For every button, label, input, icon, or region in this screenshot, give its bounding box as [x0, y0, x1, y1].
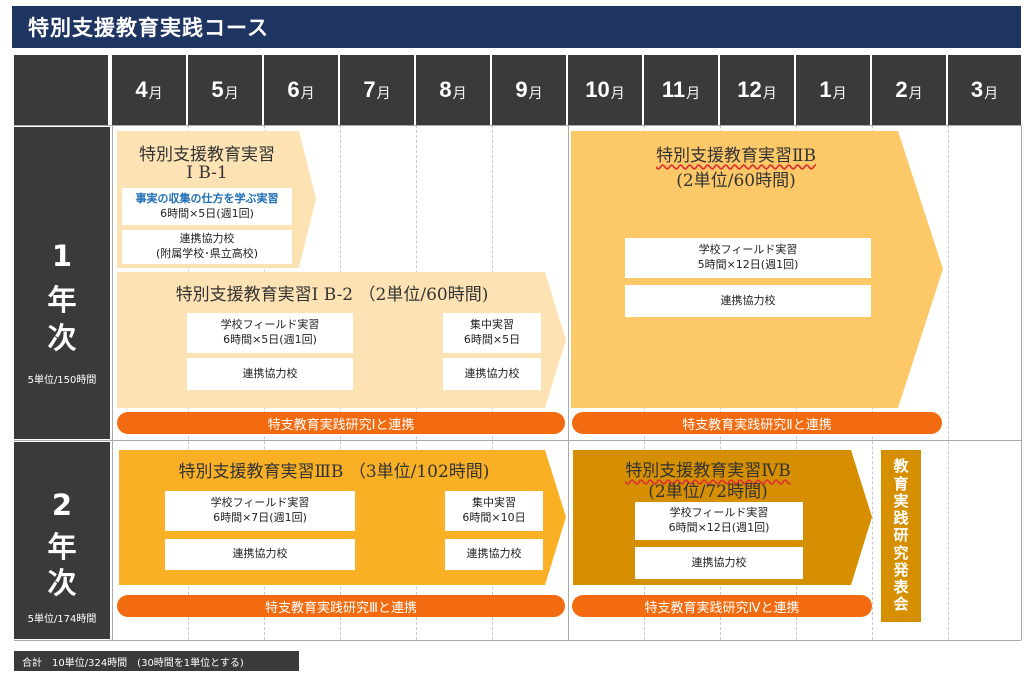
month-header: 3月 [948, 55, 1021, 125]
practicum-ib2-title: 特別支援教育実習Ⅰ B-2 （2単位/60時間) [175, 285, 489, 305]
partner-school-box: 連携協力校 [165, 539, 355, 570]
intensive-practicum-box: 集中実習 6時間×5日 [443, 313, 541, 353]
research-link-bar-4: 特支教育実践研究Ⅳと連携 [572, 595, 872, 617]
field-practicum-label: 学校フィールド実習 [220, 318, 320, 332]
practicum-iib-block: 特別支援教育実習ⅡB (2単位/60時間) 学校フィールド実習 5時間×12日(… [571, 131, 944, 408]
practicum-ib1-block: 特別支援教育実習 Ⅰ B-1 事実の収集の仕方を学ぶ実習 6時間×5日(週1回)… [117, 131, 317, 268]
practicum-ib1-title: 特別支援教育実習 [139, 145, 275, 165]
partner-school-label: 連携協力校 [466, 547, 522, 561]
grid-line [948, 125, 949, 640]
field-practicum-hours: 6時間×7日(週1回) [213, 511, 307, 524]
partner-school-label: 連携協力校 [720, 293, 776, 307]
field-practicum-label: 学校フィールド実習 [669, 506, 769, 520]
field-practicum-box: 学校フィールド実習 6時間×7日(週1回) [165, 491, 355, 531]
fact-collection-label: 事実の収集の仕方を学ぶ実習 [135, 191, 279, 205]
grid-line [14, 440, 1021, 441]
month-header: 8月 [416, 55, 492, 125]
partner-school-box: 連携協力校 [445, 539, 543, 570]
year2-units: 5単位/174時間 [27, 614, 97, 625]
month-header: 5月 [188, 55, 264, 125]
year2-label: 2 年 次 5単位/174時間 [14, 442, 110, 639]
year2-char: 次 [47, 566, 77, 600]
month-header: 12 月 [720, 55, 796, 125]
practicum-ivb-block: 特別支援教育実習ⅣB (2単位/72時間) 学校フィールド実習 6時間×12日(… [573, 450, 873, 585]
field-practicum-box: 学校フィールド実習 5時間×12日(週1回) [625, 238, 871, 278]
research-presentation-box: 教育実践研究発表会 [881, 450, 921, 622]
practicum-ib1-subtitle: Ⅰ B-1 [186, 163, 228, 183]
field-practicum-hours: 6時間×12日(週1回) [668, 521, 770, 534]
year1-char: 次 [47, 321, 77, 355]
field-practicum-box: 学校フィールド実習 6時間×5日(週1回) [187, 313, 353, 353]
research-link-bar-1: 特支教育実践研究Ⅰと連携 [117, 412, 565, 434]
practicum-iiib-block: 特別支援教育実習ⅢB （3単位/102時間) 学校フィールド実習 6時間×7日(… [119, 450, 567, 585]
grid-line [14, 125, 1021, 126]
partner-school-box: 連携協力校 (附属学校･県立高校) [122, 230, 292, 264]
field-practicum-hours: 5時間×12日(週1回) [697, 258, 799, 271]
grid-line [1021, 125, 1022, 640]
page-title: 特別支援教育実践コース [12, 6, 1021, 48]
practicum-ivb-credits: (2単位/72時間) [648, 482, 768, 502]
field-practicum-label: 学校フィールド実習 [698, 243, 798, 257]
practicum-iib-credits: (2単位/60時間) [676, 171, 796, 191]
practicum-ib2-block: 特別支援教育実習Ⅰ B-2 （2単位/60時間) 学校フィールド実習 6時間×5… [117, 272, 567, 408]
year1-char: 1 [51, 239, 73, 273]
intensive-practicum-hours: 6時間×10日 [462, 511, 526, 524]
fact-collection-hours: 6時間×5日(週1回) [160, 206, 254, 220]
partner-school-label: 連携協力校 [464, 366, 520, 380]
total-credits-note: 合計 10単位/324時間 (30時間を1単位とする) [14, 651, 299, 671]
month-header: 7月 [340, 55, 416, 125]
partner-school-box: 連携協力校 [443, 358, 541, 390]
year1-units: 5単位/150時間 [27, 375, 97, 386]
partner-school-box: 連携協力校 [625, 285, 871, 317]
header-corner [14, 55, 110, 125]
grid-line [112, 125, 113, 640]
research-link-bar-3: 特支教育実践研究Ⅲと連携 [117, 595, 565, 617]
year1-char: 年 [47, 283, 77, 317]
practicum-iiib-title: 特別支援教育実習ⅢB （3単位/102時間) [178, 462, 490, 482]
year1-label: 1 年 次 5単位/150時間 [14, 127, 110, 439]
partner-school-label: 連携協力校 [242, 366, 298, 380]
month-header: 6月 [264, 55, 340, 125]
partner-school-label: 連携協力校 [179, 232, 235, 246]
intensive-practicum-label: 集中実習 [470, 318, 514, 332]
field-practicum-box: 学校フィールド実習 6時間×12日(週1回) [635, 502, 803, 540]
month-header: 10 月 [568, 55, 644, 125]
partner-school-detail: (附属学校･県立高校) [155, 247, 259, 260]
partner-school-label: 連携協力校 [232, 547, 288, 561]
research-link-bar-2: 特支教育実践研究Ⅱと連携 [572, 412, 942, 434]
month-header: 9月 [492, 55, 568, 125]
grid-line [568, 125, 569, 640]
partner-school-box: 連携協力校 [187, 358, 353, 390]
year2-char: 2 [51, 488, 73, 522]
practicum-iib-title: 特別支援教育実習ⅡB [655, 146, 817, 166]
month-header: 11 月 [644, 55, 720, 125]
intensive-practicum-label: 集中実習 [472, 496, 516, 510]
grid-line [14, 640, 1021, 641]
partner-school-box: 連携協力校 [635, 547, 803, 579]
intensive-practicum-hours: 6時間×5日 [463, 333, 521, 346]
field-practicum-label: 学校フィールド実習 [210, 496, 310, 510]
month-header: 1月 [796, 55, 872, 125]
partner-school-label: 連携協力校 [691, 555, 747, 569]
intensive-practicum-box: 集中実習 6時間×10日 [445, 491, 543, 531]
month-header: 2月 [872, 55, 948, 125]
fact-collection-box: 事実の収集の仕方を学ぶ実習 6時間×5日(週1回) [122, 188, 292, 225]
field-practicum-hours: 6時間×5日(週1回) [223, 333, 317, 346]
month-header: 4月 [112, 55, 188, 125]
